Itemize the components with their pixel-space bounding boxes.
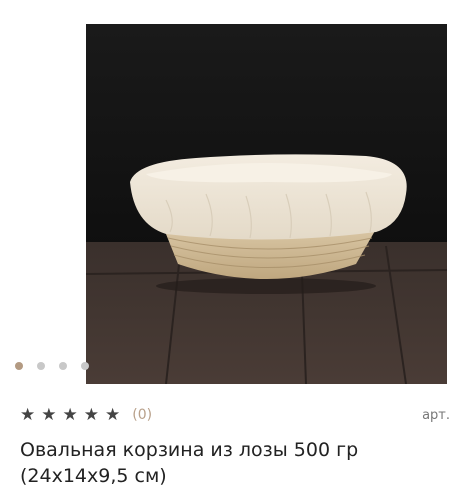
gallery-dot[interactable]: [81, 362, 89, 370]
gallery-dot[interactable]: [59, 362, 67, 370]
gallery-pagination: [15, 362, 89, 370]
star-icon: ★: [41, 404, 57, 425]
review-count[interactable]: (0): [132, 407, 152, 423]
star-icon: ★: [20, 404, 36, 425]
article-label: арт.: [422, 407, 450, 423]
rating-row: ★ ★ ★ ★ ★ (0) арт.: [20, 404, 450, 426]
star-icon: ★: [105, 404, 121, 425]
basket-image: [86, 24, 447, 384]
product-photo[interactable]: [86, 24, 447, 384]
star-icon: ★: [62, 404, 78, 425]
rating-stars[interactable]: ★ ★ ★ ★ ★: [20, 404, 121, 425]
gallery-dot[interactable]: [15, 362, 23, 370]
star-icon: ★: [83, 404, 99, 425]
product-title: Овальная корзина из лозы 500 гр (24х14х9…: [20, 439, 359, 487]
gallery-dot[interactable]: [37, 362, 45, 370]
